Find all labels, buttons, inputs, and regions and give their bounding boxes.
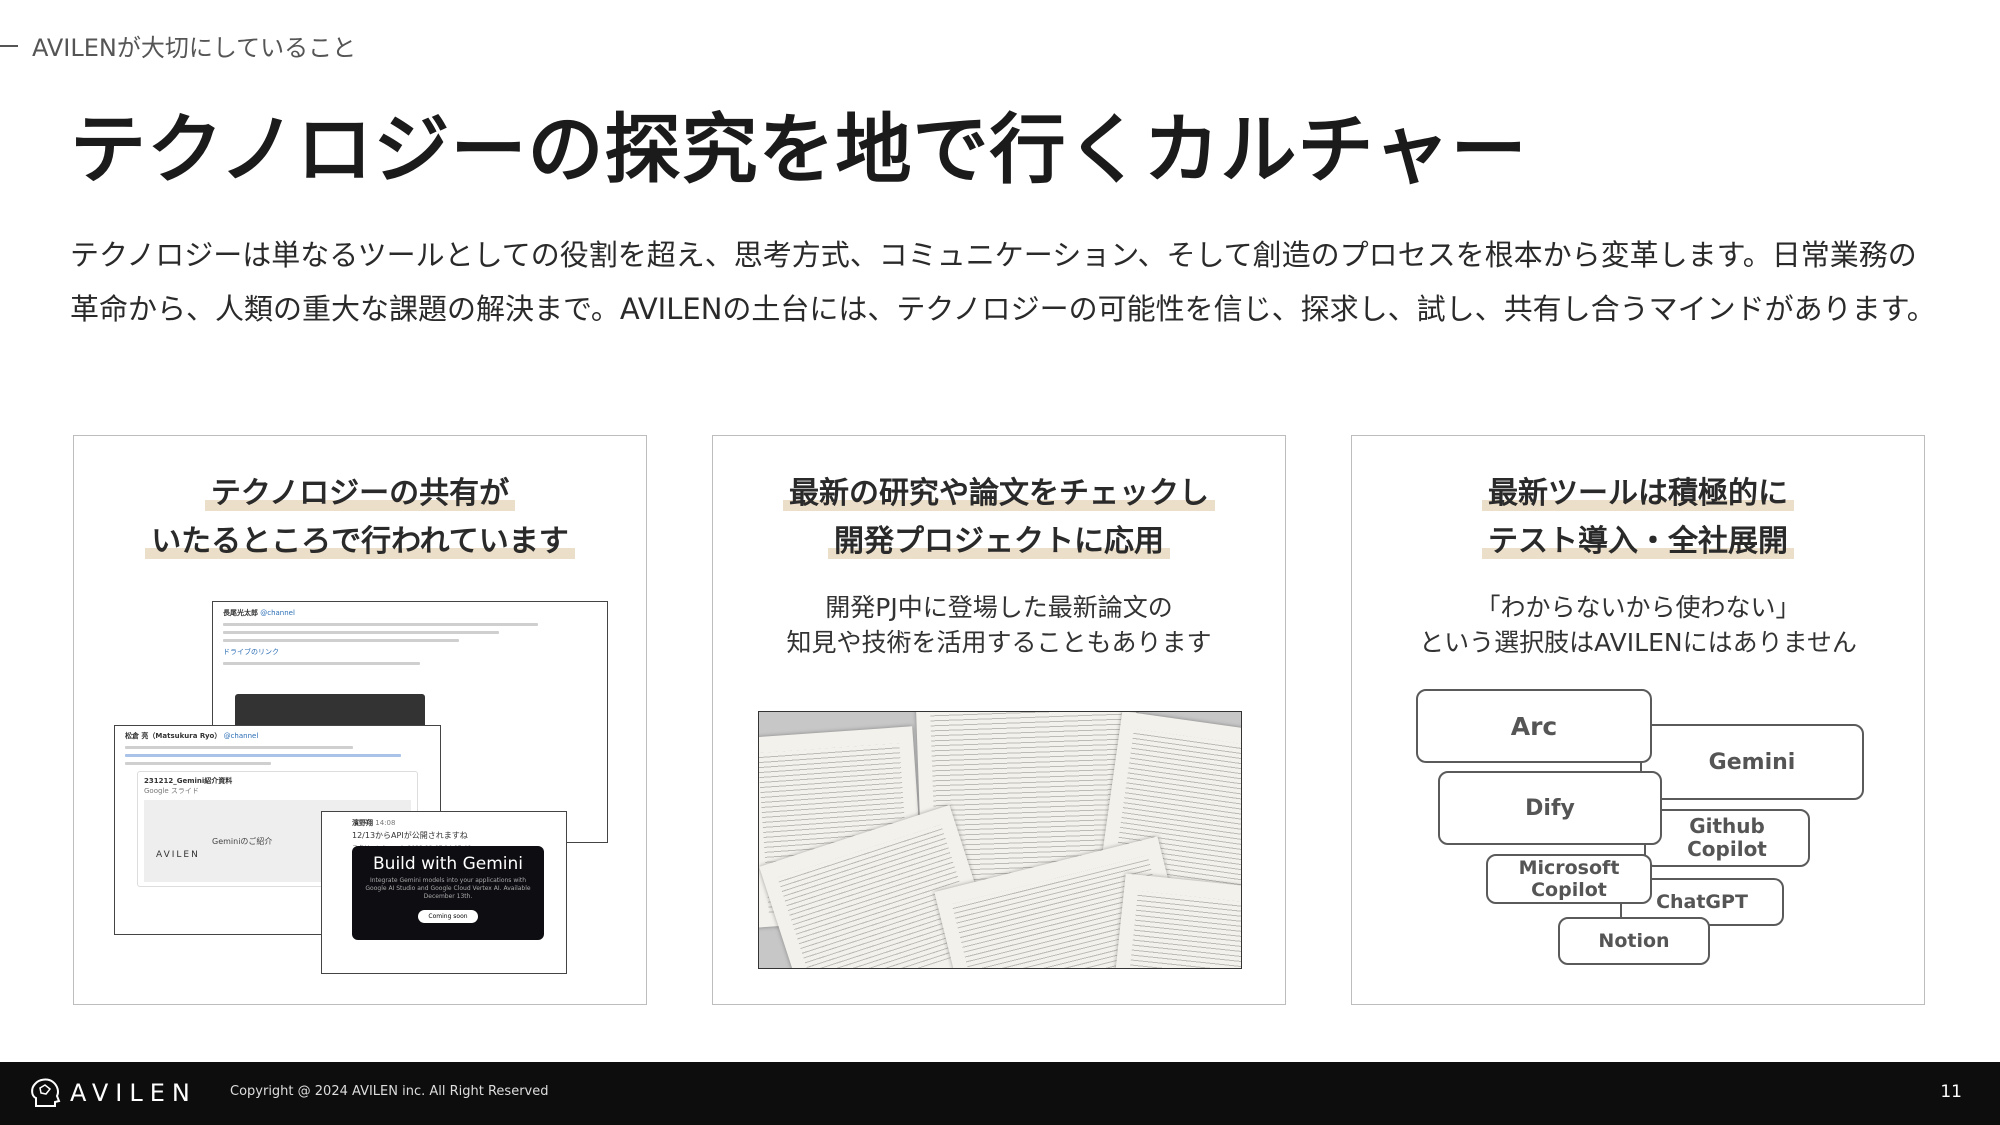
gemini-banner: Build with Gemini Integrate Gemini model… [352,846,544,940]
card-heading-line1: テクノロジーの共有が [204,476,516,511]
card-desc-line1: 開発PJ中に登場した最新論文の [825,593,1173,622]
section-eyebrow: AVILENが大切にしていること [0,28,356,63]
logo-wordmark: AVILEN [70,1079,197,1107]
chat-message-3: 12/13からAPIが公開されますね [352,831,468,840]
footer-bar: AVILEN Copyright @ 2024 AVILEN inc. All … [0,1062,2000,1125]
card-heading: 最新の研究や論文をチェックし 開発プロジェクトに応用 [713,470,1285,566]
tool-dify: Dify [1438,771,1662,845]
card-desc-line2: 知見や技術を活用することもあります [786,628,1212,657]
card-tools: 最新ツールは積極的に テスト導入・全社展開 「わからないから使わない」 という選… [1351,435,1925,1005]
card-heading-line1: 最新ツールは積極的に [1482,476,1794,511]
card-description: 「わからないから使わない」 という選択肢はAVILENにはありません [1352,590,1924,660]
page-title: テクノロジーの探究を地で行くカルチャー [70,105,1528,194]
card-heading: テクノロジーの共有が いたるところで行われています [74,470,646,566]
drive-link[interactable]: ドライブのリンク [213,647,607,657]
card-heading: 最新ツールは積極的に テスト導入・全社展開 [1352,470,1924,566]
card-heading-line2: テスト導入・全社展開 [1482,524,1794,559]
video-thumbnail [235,694,425,728]
page-number: 11 [1940,1082,1962,1102]
card-description: 開発PJ中に登場した最新論文の 知見や技術を活用することもあります [713,590,1285,660]
card-heading-line2: 開発プロジェクトに応用 [828,524,1170,559]
copyright-text: Copyright @ 2024 AVILEN inc. All Right R… [230,1084,549,1099]
intro-paragraph: テクノロジーは単なるツールとしての役割を超え、思考方式、コミュニケーション、そし… [70,238,1936,326]
chat-author-1: 長尾光太郎 @channel [223,609,295,617]
eyebrow-text: AVILENが大切にしていること [32,34,357,62]
gemini-banner-title: Build with Gemini [373,854,523,874]
card-heading-line1: 最新の研究や論文をチェックし [783,476,1215,511]
avilen-logo: AVILEN [28,1076,197,1110]
card-desc-line1: 「わからないから使わない」 [1475,593,1801,622]
chat-author-3: 濱野翔 14:08 [352,819,396,827]
card-desc-line2: という選択肢はAVILENにはありません [1419,628,1857,657]
card-tech-sharing: テクノロジーの共有が いたるところで行われています 長尾光太郎 @channel… [73,435,647,1005]
research-papers-image [758,711,1242,969]
gemini-banner-sub: Integrate Gemini models into your applic… [365,877,531,900]
tool-microsoft-copilot: Microsoft Copilot [1486,854,1652,904]
chat-author-2: 松倉 亮（Matsukura Ryo） @channel [125,732,259,740]
tool-gemini: Gemini [1640,724,1864,800]
eyebrow-dash [0,44,18,47]
chat-screenshot-3: 濱野翔 14:08 12/13からAPIが公開されますね スクリーンショット 2… [321,811,567,974]
gemini-coming-soon-button[interactable]: Coming soon [418,910,478,923]
tool-github-copilot: Github Copilot [1644,809,1810,867]
tool-arc: Arc [1416,689,1652,763]
tool-notion: Notion [1558,917,1710,965]
card-research: 最新の研究や論文をチェックし 開発プロジェクトに応用 開発PJ中に登場した最新論… [712,435,1286,1005]
brain-head-icon [31,1078,61,1107]
card-heading-line2: いたるところで行われています [145,524,575,559]
